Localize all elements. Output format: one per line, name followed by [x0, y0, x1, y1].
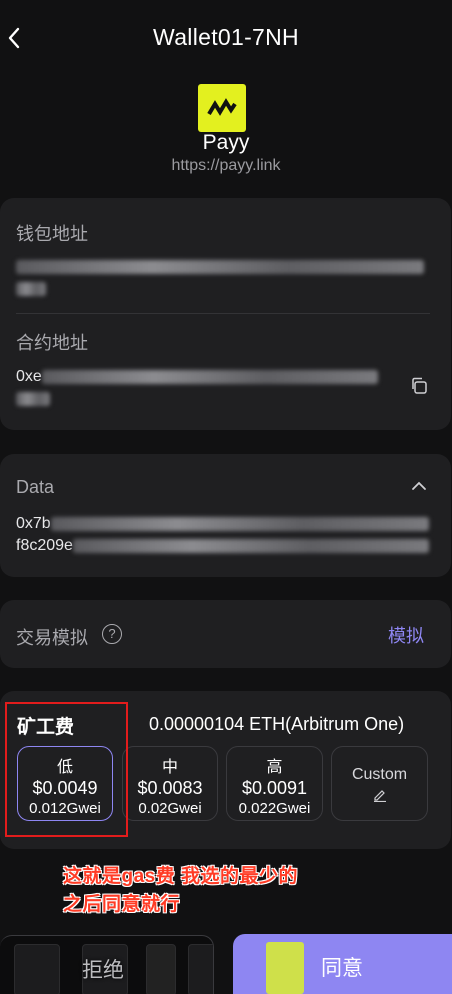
fee-price: $0.0091 [241, 778, 308, 798]
fee-tier: 高 [266, 759, 283, 776]
thumbnail [14, 944, 60, 994]
fee-option-high[interactable]: 高 $0.0091 0.022Gwei [226, 746, 323, 821]
simulation-label: 交易模拟 [16, 628, 88, 648]
reject-label: 拒绝 [82, 959, 124, 982]
dapp-name: Payy [202, 131, 250, 154]
thumbnail [146, 944, 176, 994]
fee-option-custom[interactable]: Custom [331, 746, 428, 821]
copy-icon[interactable] [409, 376, 429, 396]
page-title: Wallet01-7NH [153, 24, 299, 50]
dapp-url: https://payy.link [171, 157, 281, 174]
wallet-address-label: 钱包地址 [16, 224, 88, 244]
reject-button[interactable]: 拒绝 [0, 935, 214, 994]
fee-option-medium[interactable]: 中 $0.0083 0.02Gwei [122, 746, 218, 821]
contract-address-value: 0xe [16, 366, 378, 410]
contract-address-label: 合约地址 [16, 333, 88, 353]
action-bar: 拒绝 同意 [0, 934, 452, 994]
fee-tier: 中 [161, 759, 178, 776]
annotation-highlight-box [5, 702, 128, 837]
annotation-text-line2: 之后同意就行 [63, 894, 181, 915]
wallet-address-value [16, 256, 424, 300]
annotation-text-line1: 这就是gas费 我选的最少的 [63, 866, 299, 887]
payy-logo-icon [198, 84, 246, 132]
approve-button[interactable]: 同意 [233, 934, 452, 994]
divider [16, 313, 430, 314]
simulate-link[interactable]: 模拟 [388, 622, 424, 648]
help-icon[interactable]: ? [102, 624, 122, 644]
approve-label: 同意 [321, 957, 363, 980]
pencil-icon [373, 790, 386, 802]
fee-price: $0.0083 [137, 778, 203, 798]
data-value: 0x7b f8c209e [16, 513, 429, 557]
fee-gwei: 0.02Gwei [138, 800, 202, 817]
fee-gwei: 0.022Gwei [238, 800, 311, 817]
header: Wallet01-7NH [0, 0, 452, 78]
chevron-up-icon[interactable] [408, 478, 430, 494]
gas-fee-total: 0.00000104 ETH(Arbitrum One) [149, 714, 405, 734]
custom-label: Custom [351, 766, 408, 783]
thumbnail [188, 944, 213, 994]
thumbnail [266, 942, 304, 994]
data-label: Data [16, 477, 55, 497]
